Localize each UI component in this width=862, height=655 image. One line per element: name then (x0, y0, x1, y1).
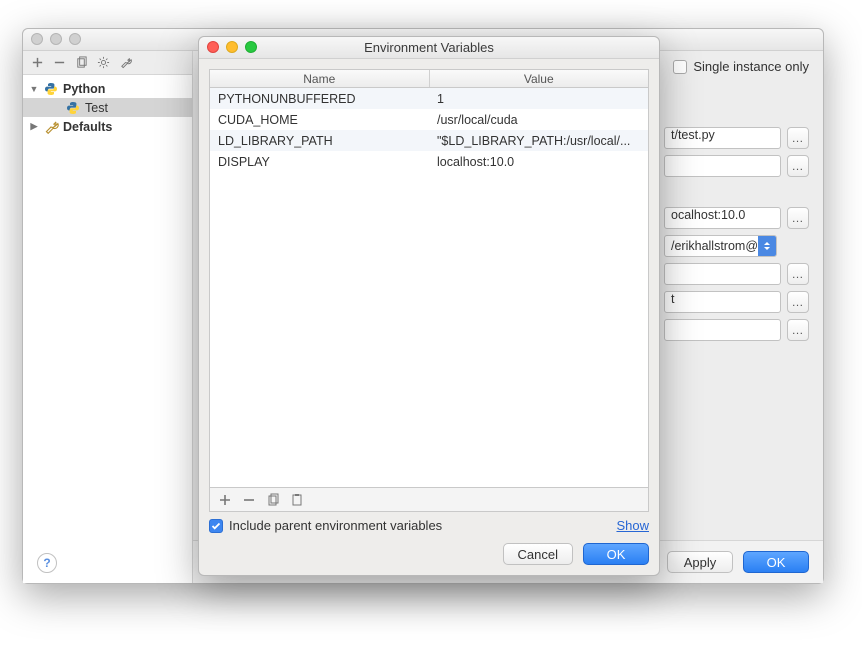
field-interp-opts: … (664, 263, 809, 285)
close-icon[interactable] (31, 33, 43, 45)
copy-icon[interactable] (266, 493, 280, 507)
table-toolbar (210, 487, 648, 511)
browse-button[interactable]: … (787, 155, 809, 177)
sidebar-tree[interactable]: ▼ Python Test ▶ (23, 75, 192, 583)
interpreter-value: /erikhallstrom@ (671, 239, 758, 253)
browse-button[interactable]: … (787, 291, 809, 313)
single-instance-label: Single instance only (693, 59, 809, 74)
cell-name[interactable]: PYTHONUNBUFFERED (210, 92, 429, 106)
browse-button[interactable]: … (787, 263, 809, 285)
field-env-display: ocalhost:10.0 … (664, 207, 809, 229)
apply-button[interactable]: Apply (667, 551, 733, 573)
cell-value[interactable]: localhost:10.0 (429, 155, 648, 169)
interpreter-select[interactable]: /erikhallstrom@ (664, 235, 777, 257)
single-instance-checkbox[interactable]: Single instance only (673, 59, 809, 74)
script-path-input[interactable]: t/test.py (664, 127, 781, 149)
include-parent-row: Include parent environment variables Sho… (209, 518, 649, 533)
sidebar-item-label: Test (85, 101, 108, 115)
interp-opts-input[interactable] (664, 263, 781, 285)
browse-button[interactable]: … (787, 127, 809, 149)
zoom-icon[interactable] (245, 41, 257, 53)
include-parent-checkbox[interactable]: Include parent environment variables (209, 518, 442, 533)
column-name[interactable]: Name (210, 70, 430, 87)
browse-button[interactable]: … (787, 207, 809, 229)
config-fields: t/test.py … … ocalhost:10.0 … /erikhalls… (664, 127, 809, 341)
env-titlebar: Environment Variables (199, 37, 659, 59)
table-header: Name Value (210, 70, 648, 88)
plus-icon[interactable] (31, 56, 45, 70)
sidebar-item-python[interactable]: ▼ Python (23, 79, 192, 98)
checkbox-checked-icon[interactable] (209, 519, 223, 533)
cancel-button[interactable]: Cancel (503, 543, 573, 565)
minimize-icon[interactable] (226, 41, 238, 53)
table-body: PYTHONUNBUFFERED 1 CUDA_HOME /usr/local/… (210, 88, 648, 487)
gear-icon[interactable] (97, 56, 111, 70)
column-value[interactable]: Value (430, 70, 649, 87)
minus-icon[interactable] (53, 56, 67, 70)
table-row[interactable]: CUDA_HOME /usr/local/cuda (210, 109, 648, 130)
env-body: Name Value PYTHONUNBUFFERED 1 CUDA_HOME … (199, 59, 659, 575)
copy-icon[interactable] (75, 56, 89, 70)
zoom-icon[interactable] (69, 33, 81, 45)
cell-name[interactable]: LD_LIBRARY_PATH (210, 134, 429, 148)
chevron-right-icon[interactable]: ▶ (29, 122, 39, 132)
minus-icon[interactable] (242, 493, 256, 507)
field-script-path: t/test.py … (664, 127, 809, 149)
wrench-icon (43, 119, 59, 135)
sidebar-item-label: Defaults (63, 120, 112, 134)
field-interpreter[interactable]: /erikhallstrom@ (664, 235, 809, 257)
cell-value[interactable]: "$LD_LIBRARY_PATH:/usr/local/... (429, 134, 648, 148)
dialog-title: Environment Variables (364, 40, 494, 55)
ok-button[interactable]: OK (743, 551, 809, 573)
traffic-lights-front (207, 41, 257, 53)
minimize-icon[interactable] (50, 33, 62, 45)
cell-name[interactable]: DISPLAY (210, 155, 429, 169)
help-button[interactable]: ? (37, 553, 57, 573)
table-row[interactable]: DISPLAY localhost:10.0 (210, 151, 648, 172)
browse-button[interactable]: … (787, 319, 809, 341)
table-row[interactable]: PYTHONUNBUFFERED 1 (210, 88, 648, 109)
close-icon[interactable] (207, 41, 219, 53)
traffic-lights-back (31, 33, 81, 45)
extra-input[interactable] (664, 319, 781, 341)
field-extra: … (664, 319, 809, 341)
env-vars-dialog: Environment Variables Name Value PYTHONU… (198, 36, 660, 576)
env-display-input[interactable]: ocalhost:10.0 (664, 207, 781, 229)
working-dir-input[interactable]: t (664, 291, 781, 313)
sidebar-item-defaults[interactable]: ▶ Defaults (23, 117, 192, 136)
plus-icon[interactable] (218, 493, 232, 507)
checkbox-icon[interactable] (673, 60, 687, 74)
wrench-icon[interactable] (119, 56, 133, 70)
cell-value[interactable]: /usr/local/cuda (429, 113, 648, 127)
python-icon (65, 100, 81, 116)
chevron-updown-icon[interactable] (758, 236, 776, 256)
params-input[interactable] (664, 155, 781, 177)
cell-value[interactable]: 1 (429, 92, 648, 106)
paste-icon[interactable] (290, 493, 304, 507)
python-icon (43, 81, 59, 97)
env-vars-table[interactable]: Name Value PYTHONUNBUFFERED 1 CUDA_HOME … (209, 69, 649, 512)
config-sidebar: ▼ Python Test ▶ (23, 51, 193, 583)
ok-button[interactable]: OK (583, 543, 649, 565)
field-working-dir: t … (664, 291, 809, 313)
include-parent-label: Include parent environment variables (229, 518, 442, 533)
sidebar-toolbar (23, 51, 192, 75)
sidebar-item-test[interactable]: Test (23, 98, 192, 117)
show-link[interactable]: Show (616, 518, 649, 533)
cell-name[interactable]: CUDA_HOME (210, 113, 429, 127)
table-row[interactable]: LD_LIBRARY_PATH "$LD_LIBRARY_PATH:/usr/l… (210, 130, 648, 151)
sidebar-item-label: Python (63, 82, 105, 96)
field-params: … (664, 155, 809, 177)
chevron-down-icon[interactable]: ▼ (29, 84, 39, 94)
env-footer: Cancel OK (209, 543, 649, 565)
